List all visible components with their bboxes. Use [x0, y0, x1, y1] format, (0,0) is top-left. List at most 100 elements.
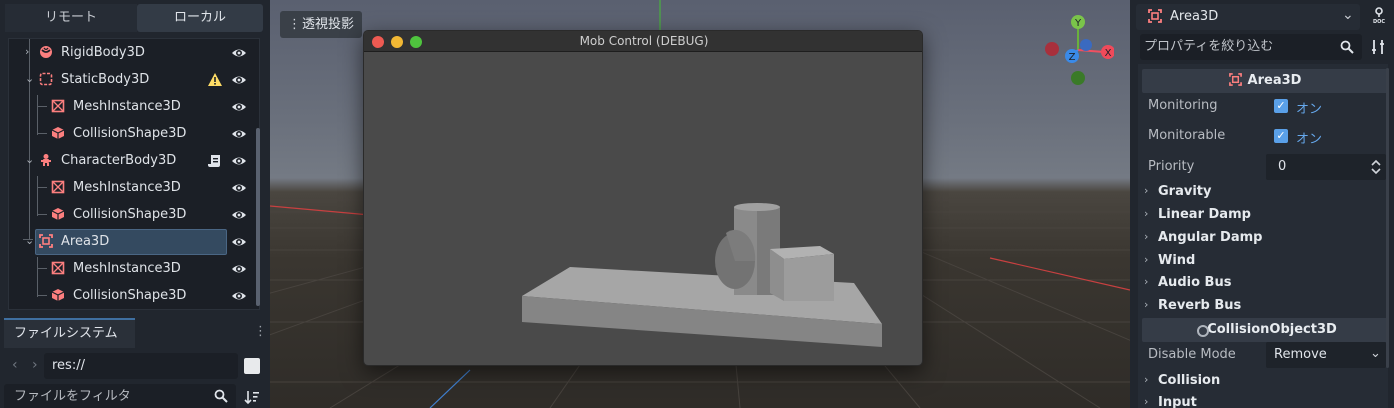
section-area3d-label: Area3D [1247, 73, 1302, 88]
section-collision-object3d[interactable]: CollisionObject3D [1142, 318, 1388, 342]
inspector-scrollbar[interactable] [1386, 68, 1389, 368]
prop-value: Remove [1274, 347, 1327, 362]
collisionshape-icon [51, 127, 65, 139]
tree-item-collisionshape3d[interactable]: CollisionShape3D [9, 202, 249, 228]
tree-item-meshinstance3d[interactable]: MeshInstance3D [9, 256, 249, 282]
property-filter-input[interactable]: プロパティを絞り込む [1140, 34, 1362, 60]
axis-gizmo[interactable]: Y X Z [1042, 12, 1114, 88]
tree-item-meshinstance3d[interactable]: MeshInstance3D [9, 94, 249, 120]
script-icon[interactable] [207, 153, 223, 169]
warning-icon[interactable] [207, 72, 223, 88]
file-filter-input[interactable]: ファイルをフィルタ [4, 384, 236, 408]
group-collision[interactable]: › Collision [1142, 370, 1388, 392]
sort-icon[interactable] [244, 389, 260, 405]
svg-text:DOC: DOC [1373, 19, 1385, 24]
monitorable-checkbox-field[interactable]: ✓ オン [1266, 123, 1386, 149]
tools-icon[interactable] [1370, 39, 1388, 55]
prop-name: Monitorable [1148, 128, 1226, 143]
perspective-label: 透視投影 [302, 17, 355, 32]
visibility-eye-icon[interactable] [231, 207, 247, 223]
left-dock: リモート ローカル › RigidBody3D ⌄ StaticBody3D M… [0, 0, 270, 408]
perspective-menu-button[interactable]: ⋮ 透視投影 [280, 11, 362, 38]
group-wind[interactable]: › Wind [1142, 250, 1388, 272]
tree-item-collisionshape3d[interactable]: CollisionShape3D [9, 121, 249, 147]
checkbox-checked-icon[interactable]: ✓ [1274, 99, 1288, 113]
collapse-arrow-icon[interactable]: ⌄ [25, 153, 34, 166]
window-titlebar[interactable]: Mob Control (DEBUG) [364, 31, 922, 52]
forward-arrow-icon[interactable]: › [32, 357, 38, 373]
area3d-icon [1148, 9, 1162, 23]
close-window-button[interactable] [372, 36, 384, 48]
group-label: Reverb Bus [1158, 298, 1242, 313]
prop-name: Disable Mode [1148, 347, 1236, 362]
tree-item-label: Area3D [61, 234, 110, 249]
tree-item-label: MeshInstance3D [73, 180, 181, 195]
scene-tree-tabs: リモート ローカル [5, 4, 263, 32]
expand-arrow-icon: › [1144, 230, 1149, 243]
visibility-eye-icon[interactable] [231, 234, 247, 250]
path-field[interactable]: res:// [44, 353, 238, 379]
gizmo-z-label: Z [1069, 52, 1076, 63]
tab-remote[interactable]: リモート [5, 4, 137, 32]
collapse-arrow-icon[interactable]: ⌄ [25, 234, 34, 247]
prop-value: オン [1296, 102, 1323, 117]
group-linear-damp[interactable]: › Linear Damp [1142, 204, 1388, 226]
expand-arrow-icon[interactable]: › [25, 45, 29, 58]
search-icon [1340, 40, 1354, 54]
filesystem-filter-row: ファイルをフィルタ [4, 384, 266, 408]
minimize-window-button[interactable] [391, 36, 403, 48]
group-angular-damp[interactable]: › Angular Damp [1142, 227, 1388, 249]
tree-item-label: CharacterBody3D [61, 153, 177, 168]
group-reverb-bus[interactable]: › Reverb Bus [1142, 295, 1388, 317]
section-area3d[interactable]: Area3D [1142, 69, 1388, 93]
collision-object-icon [1197, 325, 1209, 337]
back-arrow-icon[interactable]: ‹ [12, 357, 18, 373]
doc-help-icon[interactable]: DOC [1370, 6, 1388, 24]
visibility-eye-icon[interactable] [231, 288, 247, 304]
collisionshape-icon [51, 289, 65, 301]
inspector-object-selector[interactable]: Area3D ⌄ [1136, 4, 1360, 30]
group-gravity[interactable]: › Gravity [1142, 181, 1388, 203]
rigidbody-icon [40, 46, 52, 58]
game-debug-window[interactable]: Mob Control (DEBUG) [363, 30, 923, 366]
tree-item-staticbody3d[interactable]: ⌄ StaticBody3D [9, 67, 249, 93]
scene-tree-scrollbar[interactable] [256, 128, 260, 306]
prop-name: Monitoring [1148, 98, 1218, 113]
spinner-arrows-icon[interactable] [1370, 159, 1382, 175]
visibility-eye-icon[interactable] [231, 180, 247, 196]
tab-local[interactable]: ローカル [137, 4, 263, 32]
split-view-toggle[interactable] [244, 358, 260, 374]
meshinstance-icon [51, 180, 65, 194]
more-options-icon[interactable]: ⋮ [254, 324, 267, 339]
group-audio-bus[interactable]: › Audio Bus [1142, 272, 1388, 294]
disable-mode-dropdown[interactable]: Remove ⌄ [1266, 342, 1386, 368]
area3d-icon [39, 234, 53, 248]
visibility-eye-icon[interactable] [231, 72, 247, 88]
tree-item-rigidbody3d[interactable]: › RigidBody3D [9, 40, 249, 66]
prop-disable-mode: Disable Mode Remove ⌄ [1142, 341, 1388, 369]
maximize-window-button[interactable] [410, 36, 422, 48]
checkbox-checked-icon[interactable]: ✓ [1274, 129, 1288, 143]
filesystem-path-row: ‹ › res:// [4, 352, 266, 380]
group-label: Linear Damp [1158, 207, 1251, 222]
group-input[interactable]: › Input [1142, 392, 1388, 408]
visibility-eye-icon[interactable] [231, 126, 247, 142]
monitoring-checkbox-field[interactable]: ✓ オン [1266, 93, 1386, 119]
tree-item-area3d[interactable]: ⌄ Area3D [9, 229, 249, 255]
tree-item-collisionshape3d[interactable]: CollisionShape3D [9, 283, 249, 309]
expand-arrow-icon: › [1144, 395, 1149, 408]
gizmo-y-label: Y [1074, 18, 1082, 29]
collapse-arrow-icon[interactable]: ⌄ [25, 72, 34, 85]
visibility-eye-icon[interactable] [231, 153, 247, 169]
tree-item-characterbody3d[interactable]: ⌄ CharacterBody3D [9, 148, 249, 174]
filesystem-header: ファイルシステム ⋮ [4, 318, 267, 348]
visibility-eye-icon[interactable] [231, 45, 247, 61]
prop-monitorable: Monitorable ✓ オン [1142, 122, 1388, 150]
tree-item-meshinstance3d[interactable]: MeshInstance3D [9, 175, 249, 201]
inspector-dock: Area3D ⌄ DOC プロパティを絞り込む Area3D Monitorin… [1130, 0, 1394, 408]
meshinstance-icon [51, 261, 65, 275]
visibility-eye-icon[interactable] [231, 261, 247, 277]
priority-spinbox[interactable]: 0 [1266, 154, 1386, 180]
visibility-eye-icon[interactable] [231, 99, 247, 115]
tab-filesystem[interactable]: ファイルシステム [4, 318, 135, 348]
